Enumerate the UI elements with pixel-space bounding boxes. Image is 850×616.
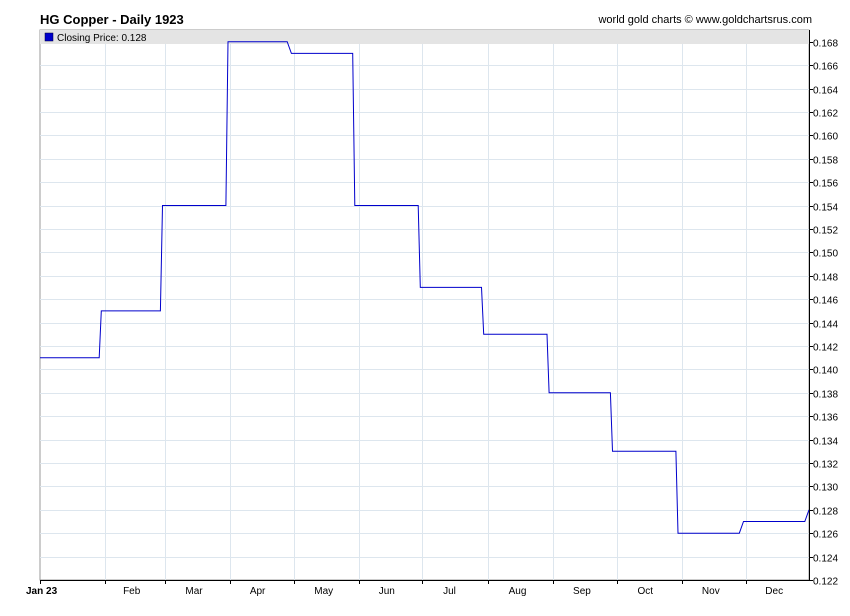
x-tick-label: Oct xyxy=(637,586,653,597)
x-tick-label: Dec xyxy=(765,586,783,597)
y-tick-label: 0.132 xyxy=(813,460,838,471)
y-tick-label: 0.124 xyxy=(813,554,838,565)
legend-bar xyxy=(40,30,809,44)
y-tick-label: 0.136 xyxy=(813,413,838,424)
x-tick-label: Mar xyxy=(185,586,203,597)
y-tick-label: 0.148 xyxy=(813,273,838,284)
y-tick-label: 0.122 xyxy=(813,577,838,588)
x-tick-label: Jun xyxy=(379,586,395,597)
x-tick-label: May xyxy=(314,586,333,597)
y-tick-label: 0.126 xyxy=(813,530,838,541)
y-tick-label: 0.154 xyxy=(813,203,838,214)
price-chart: Closing Price: 0.128 0.122 0.124 0.126 0.12… xyxy=(26,29,838,597)
y-tick-label: 0.164 xyxy=(813,86,838,97)
y-tick-label: 0.158 xyxy=(813,156,838,167)
y-tick-label: 0.138 xyxy=(813,390,838,401)
x-tick-label: Aug xyxy=(509,586,527,597)
y-tick-label: 0.162 xyxy=(813,109,838,120)
y-tick-label: 0.140 xyxy=(813,366,838,377)
legend-label: Closing Price: 0.128 xyxy=(57,33,147,44)
x-tick-label: Nov xyxy=(702,586,720,597)
grid xyxy=(39,29,810,581)
y-tick-label: 0.168 xyxy=(813,39,838,50)
legend: Closing Price: 0.128 xyxy=(40,30,809,44)
y-tick-label: 0.156 xyxy=(813,179,838,190)
y-tick-label: 0.152 xyxy=(813,226,838,237)
y-tick-label: 0.144 xyxy=(813,320,838,331)
y-tick-label: 0.130 xyxy=(813,483,838,494)
x-tick-label: Apr xyxy=(250,586,266,597)
y-tick-label: 0.146 xyxy=(813,296,838,307)
y-tick-label: 0.134 xyxy=(813,437,838,448)
y-tick-label: 0.142 xyxy=(813,343,838,354)
x-tick-label: Feb xyxy=(123,586,141,597)
y-tick-label: 0.128 xyxy=(813,507,838,518)
y-tick-label: 0.150 xyxy=(813,249,838,260)
x-tick-label: Sep xyxy=(573,586,591,597)
y-tick-label: 0.160 xyxy=(813,132,838,143)
x-tick-label: Jul xyxy=(443,586,456,597)
x-tick-label: Jan 23 xyxy=(26,586,58,597)
legend-swatch xyxy=(44,32,54,42)
y-tick-label: 0.166 xyxy=(813,62,838,73)
